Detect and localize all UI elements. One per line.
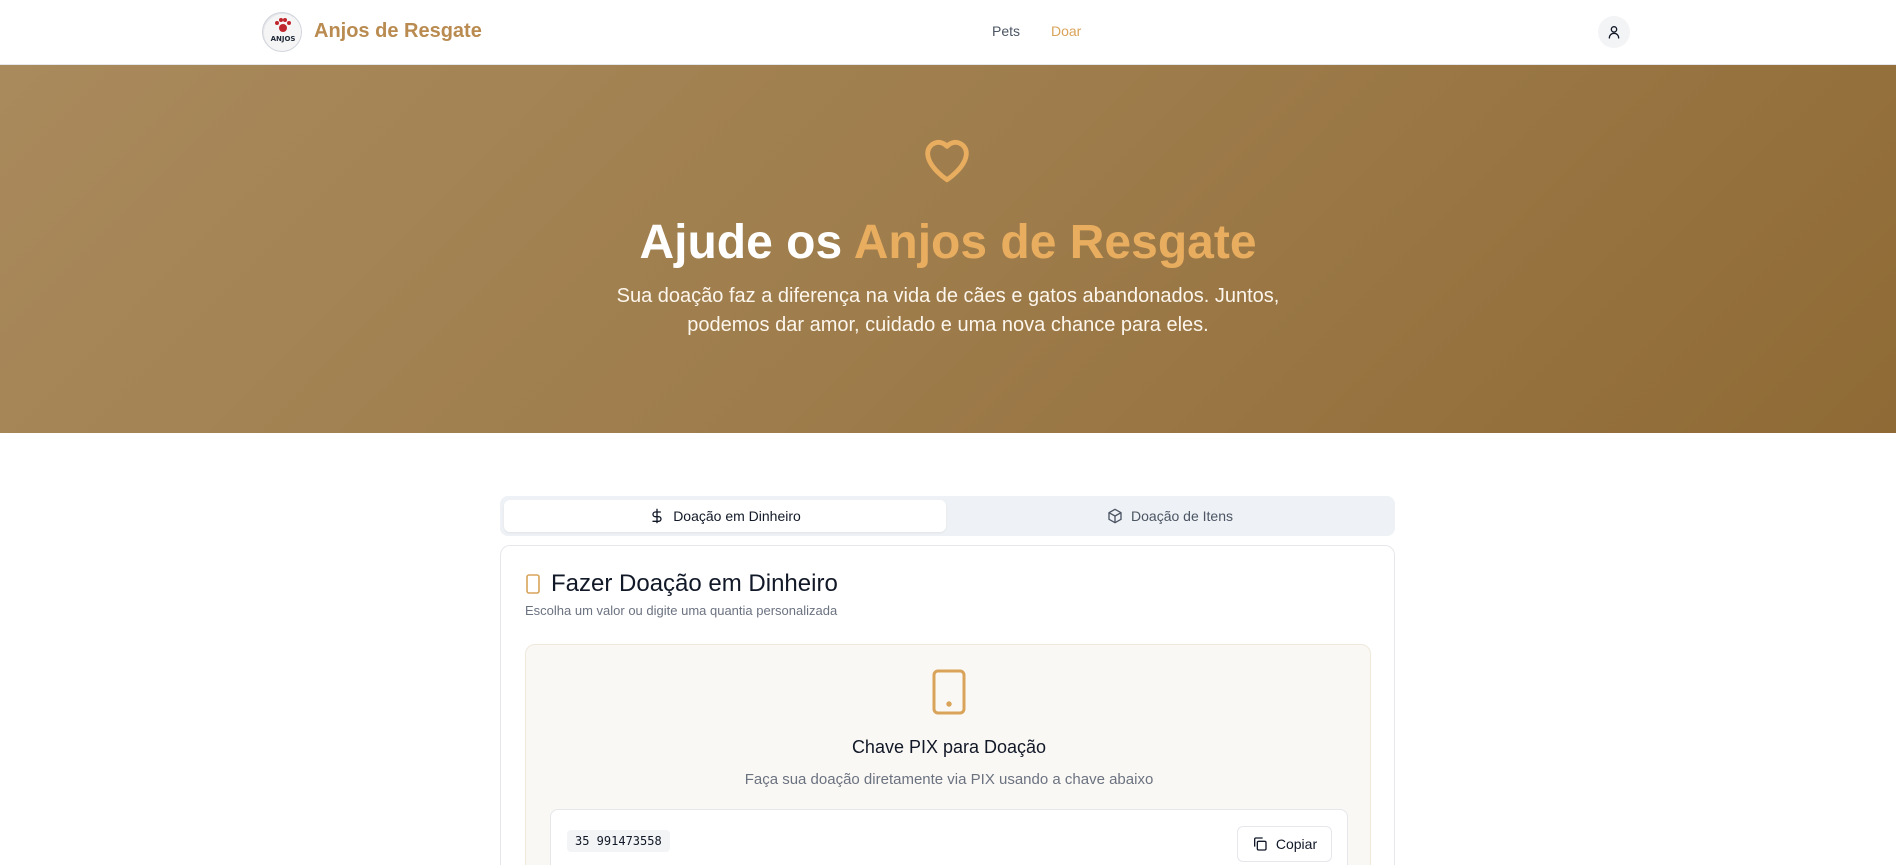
top-navbar: ANJOS Anjos de Resgate Pets Doar [0,0,1896,65]
nav-link-pets[interactable]: Pets [992,23,1020,39]
user-menu-button[interactable] [1598,16,1630,48]
card-description: Escolha um valor ou digite uma quantia p… [525,603,838,618]
pix-key-value: 35 991473558 [567,830,670,852]
pix-key-container: 35 991473558 Copiar [550,809,1348,865]
card-title-text: Fazer Doação em Dinheiro [551,570,838,597]
copy-button[interactable]: Copiar [1237,826,1332,862]
copy-button-label: Copiar [1275,836,1318,852]
hero-subtitle: Sua doação faz a diferença na vida de cã… [616,285,1280,336]
paw-logo-icon: ANJOS [264,14,301,51]
hero-banner: Ajude os Anjos de Resgate Sua doação faz… [0,65,1896,433]
pix-title: Chave PIX para Doação [851,737,1047,757]
tab-items-label: Doação de Itens [1131,508,1233,524]
pix-section: Chave PIX para Doação Faça sua doação di… [525,644,1371,865]
copy-icon [1253,837,1267,851]
donation-tabs: Doação em Dinheiro Doação de Itens [500,496,1395,536]
nav-link-doar[interactable]: Doar [1051,23,1081,39]
card-title: Fazer Doação em Dinheiro [525,570,838,598]
hero-title-accent: Anjos de Resgate [853,216,1257,269]
dollar-icon [652,508,662,524]
smartphone-icon [932,669,966,715]
pix-description: Faça sua doação diretamente via PIX usan… [744,771,1154,788]
tab-money-donation[interactable]: Doação em Dinheiro [504,500,946,532]
tab-money-label: Doação em Dinheiro [673,508,801,524]
hero-title: Ajude os Anjos de Resgate [0,215,1896,270]
money-donation-card: Fazer Doação em Dinheiro Escolha um valo… [500,545,1395,865]
user-icon [1608,26,1620,39]
hero-title-prefix: Ajude os [639,216,854,269]
brand-name[interactable]: Anjos de Resgate [314,20,482,43]
smartphone-icon [526,574,540,594]
package-icon [1108,508,1122,524]
heart-icon [925,139,969,183]
tab-items-donation[interactable]: Doação de Itens [949,500,1391,532]
svg-text:ANJOS: ANJOS [271,35,296,43]
brand-logo[interactable]: ANJOS [262,12,302,52]
